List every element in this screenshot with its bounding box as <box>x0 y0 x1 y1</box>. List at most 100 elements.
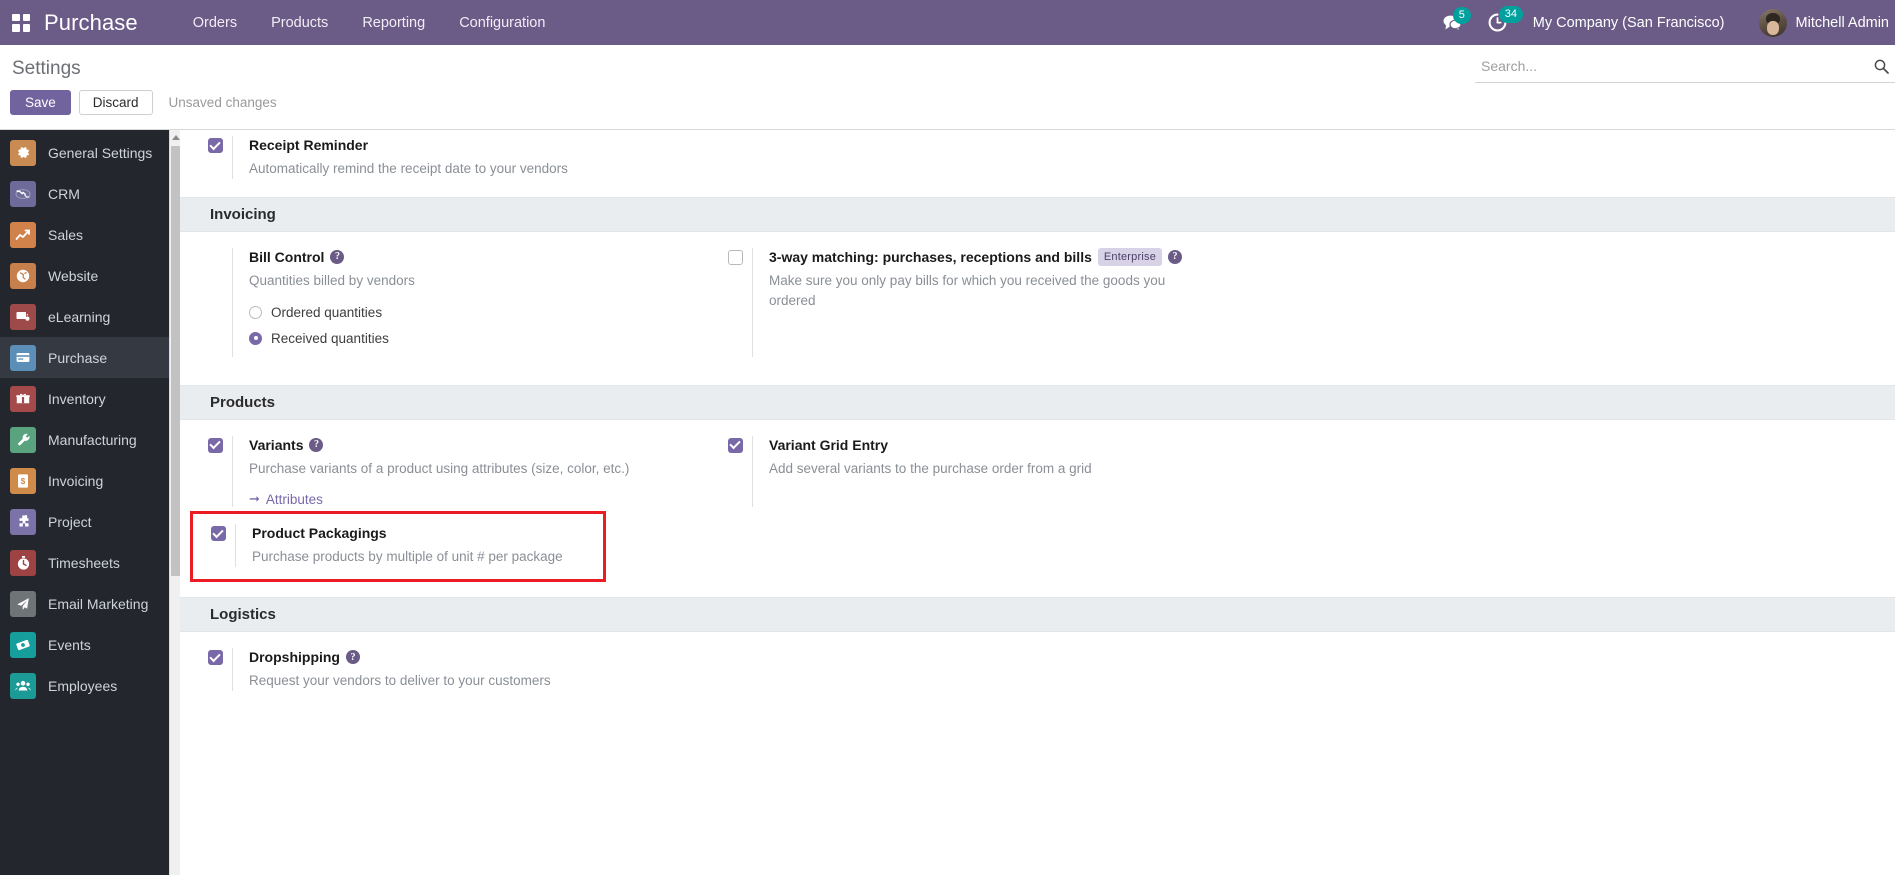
checkbox-holder <box>718 248 752 357</box>
sidebar-item-label: Project <box>48 513 92 530</box>
setting-title: 3-way matching: purchases, receptions an… <box>769 247 1340 267</box>
bill-control-description: Quantities billed by vendors <box>249 272 415 288</box>
sidebar-item-label: Email Marketing <box>48 595 149 612</box>
menu-item-orders[interactable]: Orders <box>176 2 254 44</box>
section-header-invoicing: Invoicing <box>180 196 1895 232</box>
dropshipping-label: Dropshipping <box>249 649 340 665</box>
checkbox-holder <box>201 524 235 567</box>
messages-icon[interactable]: 5 <box>1442 7 1471 31</box>
sidebar-item-label: Sales <box>48 226 84 243</box>
checkbox-holder <box>198 648 232 691</box>
sidebar-item-events[interactable]: Events <box>0 624 180 665</box>
menu-item-reporting[interactable]: Reporting <box>345 2 442 44</box>
products-settings-row: Variants ? Purchase variants of a produc… <box>180 420 1895 508</box>
app-brand-title[interactable]: Purchase <box>44 10 138 36</box>
help-icon[interactable]: ? <box>309 437 324 452</box>
three-way-matching-checkbox[interactable] <box>727 249 743 265</box>
clock-activity-icon[interactable]: 34 <box>1488 6 1523 32</box>
body-container: General Settings CRM Sales Website eLear <box>0 130 1895 875</box>
company-selector[interactable]: My Company (San Francisco) <box>1533 15 1725 31</box>
sidebar-item-invoicing[interactable]: $ Invoicing <box>0 460 180 501</box>
dropshipping-checkbox[interactable] <box>207 650 223 665</box>
help-icon[interactable]: ? <box>1168 249 1183 264</box>
globe-icon <box>10 262 36 289</box>
navbar-right-group: 5 34 My Company (San Francisco) Mitchell… <box>1442 0 1895 45</box>
variant-grid-entry-checkbox[interactable] <box>727 437 743 453</box>
sidebar-item-elearning[interactable]: eLearning <box>0 296 180 337</box>
sidebar-item-label: Purchase <box>48 349 108 366</box>
messages-count-badge: 5 <box>1452 7 1471 24</box>
sidebar-item-label: CRM <box>48 185 80 202</box>
arrow-right-icon: ➞ <box>249 491 260 507</box>
radio-label: Ordered quantities <box>271 304 383 320</box>
sidebar-item-timesheets[interactable]: Timesheets <box>0 542 180 583</box>
sidebar-item-project[interactable]: Project <box>0 501 180 542</box>
sidebar-item-label: Website <box>48 267 99 284</box>
cell-divider <box>232 136 233 179</box>
scrollbar-up-arrow[interactable] <box>171 132 180 143</box>
avatar <box>1758 8 1787 37</box>
scrollbar-thumb[interactable] <box>171 146 180 576</box>
setting-title: Variant Grid Entry <box>769 436 1340 454</box>
control-panel: Settings Save Discard Unsaved changes <box>0 45 1895 130</box>
product-packagings-checkbox[interactable] <box>210 526 226 542</box>
help-icon[interactable]: ? <box>330 249 345 264</box>
three-way-matching-label: 3-way matching: purchases, receptions an… <box>769 248 1092 265</box>
setting-three-way-matching: 3-way matching: purchases, receptions an… <box>700 247 1340 357</box>
sidebar-item-manufacturing[interactable]: Manufacturing <box>0 419 180 460</box>
sidebar-scrollbar[interactable] <box>169 130 180 875</box>
cell-divider <box>232 648 233 691</box>
save-button[interactable]: Save <box>10 90 71 115</box>
checkbox-holder <box>198 436 232 508</box>
radio-ordered-quantities[interactable]: Ordered quantities <box>249 305 700 320</box>
three-way-matching-description: Make sure you only pay bills for which y… <box>769 273 1166 308</box>
logistics-settings-row: Dropshipping ? Request your vendors to d… <box>180 632 1895 701</box>
apps-grid-icon[interactable] <box>12 13 30 32</box>
sidebar-item-general-settings[interactable]: General Settings <box>0 132 180 173</box>
sidebar-item-crm[interactable]: CRM <box>0 173 180 214</box>
sidebar-item-purchase[interactable]: Purchase <box>0 337 180 378</box>
sidebar-item-inventory[interactable]: Inventory <box>0 378 180 419</box>
user-menu[interactable]: Mitchell Admin <box>1758 8 1895 37</box>
settings-sidebar: General Settings CRM Sales Website eLear <box>0 130 180 875</box>
user-name-label: Mitchell Admin <box>1795 14 1889 31</box>
invoice-icon: $ <box>10 467 36 494</box>
attributes-link[interactable]: ➞ Attributes <box>249 491 700 507</box>
product-packagings-label: Product Packagings <box>252 525 387 542</box>
section-header-products: Products <box>180 384 1895 420</box>
setting-body: 3-way matching: purchases, receptions an… <box>769 247 1340 357</box>
action-buttons: Save Discard Unsaved changes <box>0 80 1895 115</box>
setting-body: Dropshipping ? Request your vendors to d… <box>249 648 700 691</box>
sidebar-item-employees[interactable]: Employees <box>0 665 180 706</box>
menu-item-products[interactable]: Products <box>254 2 345 44</box>
help-icon[interactable]: ? <box>346 650 360 665</box>
radio-received-quantities[interactable]: Received quantities <box>249 331 700 346</box>
product-packagings-description: Purchase products by multiple of unit # … <box>252 549 563 565</box>
paper-plane-icon <box>10 590 36 617</box>
menu-item-configuration[interactable]: Configuration <box>442 2 562 44</box>
radio-button[interactable] <box>249 331 262 345</box>
search-bar <box>1475 55 1895 83</box>
sidebar-item-email-marketing[interactable]: Email Marketing <box>0 583 180 624</box>
chart-line-icon <box>10 221 36 248</box>
receipt-reminder-description: Automatically remind the receipt date to… <box>249 161 568 177</box>
setting-bill-control: Bill Control ? Quantities billed by vend… <box>180 247 700 357</box>
setting-variants: Variants ? Purchase variants of a produc… <box>180 435 700 508</box>
search-input[interactable] <box>1475 55 1874 77</box>
discard-button[interactable]: Discard <box>78 90 153 115</box>
sidebar-item-label: General Settings <box>48 144 153 161</box>
sidebar-item-website[interactable]: Website <box>0 255 180 296</box>
setting-title: Dropshipping ? <box>249 648 700 666</box>
top-navbar: Purchase Orders Products Reporting Confi… <box>0 0 1895 45</box>
box-icon <box>10 385 36 412</box>
variants-label: Variants <box>249 436 304 453</box>
enterprise-badge: Enterprise <box>1097 247 1163 267</box>
receipt-reminder-checkbox[interactable] <box>207 138 223 153</box>
setting-body: Variants ? Purchase variants of a produc… <box>249 436 700 508</box>
radio-button[interactable] <box>249 305 262 319</box>
sidebar-item-sales[interactable]: Sales <box>0 214 180 255</box>
setting-title: Receipt Reminder <box>249 136 700 154</box>
search-icon[interactable] <box>1874 59 1895 74</box>
variants-checkbox[interactable] <box>207 437 223 453</box>
setting-title: Variants ? <box>249 436 700 454</box>
